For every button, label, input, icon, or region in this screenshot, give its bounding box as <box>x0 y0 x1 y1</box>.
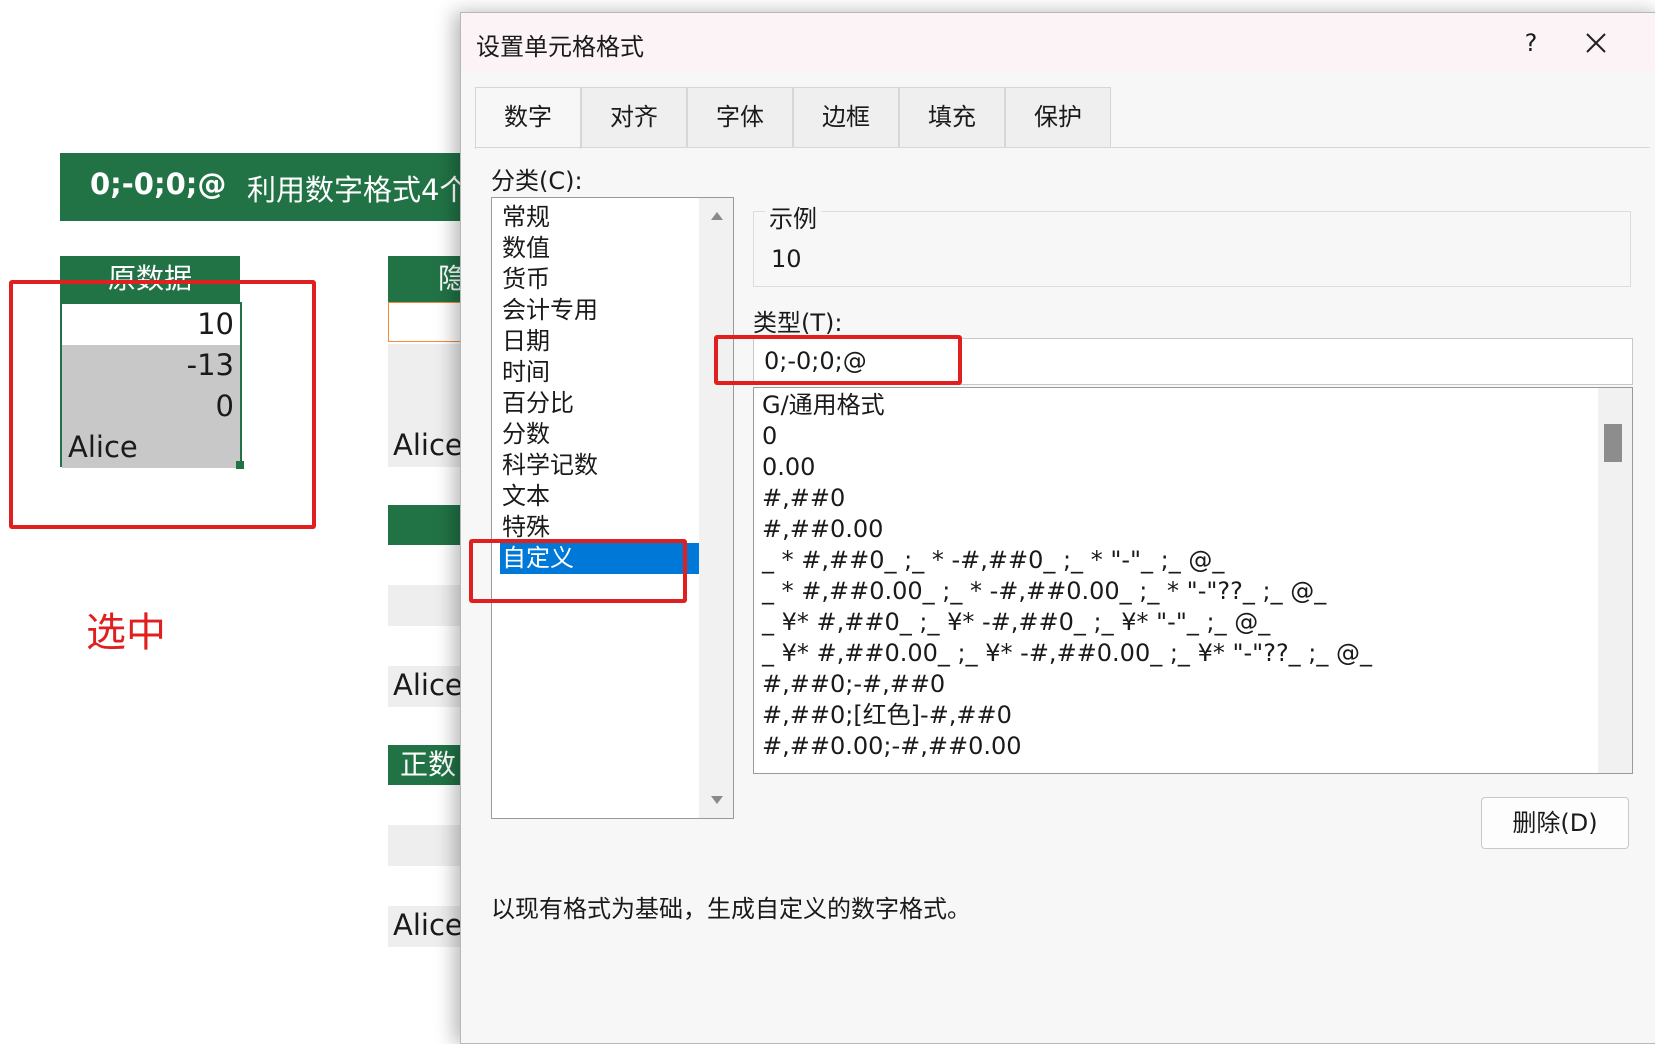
sheet-cell[interactable] <box>388 825 468 866</box>
category-item[interactable]: 百分比 <box>500 388 700 419</box>
category-item[interactable]: 日期 <box>500 326 700 357</box>
format-item[interactable]: 0.00 <box>762 452 815 483</box>
tab-fill[interactable]: 填充 <box>899 87 1005 147</box>
hidden-header[interactable]: 隐 <box>388 256 468 302</box>
alice-cell[interactable]: Alice <box>393 668 463 702</box>
tab-number[interactable]: 数字 <box>475 87 581 149</box>
format-item[interactable]: _ ¥* #,##0_ ;_ ¥* -#,##0_ ;_ ¥* "-"_ ;_ … <box>762 607 1270 638</box>
column-header-2[interactable] <box>388 505 468 545</box>
category-item[interactable]: 分数 <box>500 419 700 450</box>
category-item[interactable]: 货币 <box>500 264 700 295</box>
category-label: 分类(C): <box>491 167 583 195</box>
format-item[interactable]: _ ¥* #,##0.00_ ;_ ¥* -#,##0.00_ ;_ ¥* "-… <box>762 638 1372 669</box>
format-item[interactable]: #,##0;[红色]-#,##0 <box>762 700 1012 731</box>
category-scrollbar[interactable] <box>699 198 733 818</box>
dialog-titlebar[interactable]: 设置单元格格式 ? <box>461 13 1655 71</box>
selected-annotation: 选中 <box>86 610 166 656</box>
hint-text: 以现有格式为基础，生成自定义的数字格式。 <box>491 895 971 923</box>
format-item[interactable]: #,##0.00;-#,##0.00 <box>762 731 1022 762</box>
scroll-down-icon[interactable] <box>711 796 723 804</box>
help-button[interactable]: ? <box>1511 25 1551 61</box>
sheet-cell[interactable] <box>388 385 468 426</box>
close-button[interactable] <box>1576 23 1616 63</box>
tab-font[interactable]: 字体 <box>687 87 793 147</box>
category-item[interactable]: 时间 <box>500 357 700 388</box>
positive-header[interactable]: 正数 <box>388 745 468 785</box>
tab-border[interactable]: 边框 <box>793 87 899 147</box>
tab-panel-divider <box>475 147 1650 148</box>
category-item[interactable]: 会计专用 <box>500 295 700 326</box>
sheet-cell[interactable] <box>388 585 468 626</box>
format-item[interactable]: _ * #,##0_ ;_ * -#,##0_ ;_ * "-"_ ;_ @_ <box>762 545 1224 576</box>
active-cell-outline[interactable] <box>388 302 468 342</box>
format-item[interactable]: #,##0.00 <box>762 514 883 545</box>
highlight-box-selection <box>9 280 316 529</box>
tab-alignment[interactable]: 对齐 <box>581 87 687 147</box>
sample-label: 示例 <box>765 199 821 234</box>
format-cells-dialog: 设置单元格格式 ? 数字 对齐 字体 边框 填充 保护 分类(C): 常规 数值… <box>460 12 1655 1044</box>
close-icon <box>1586 33 1606 53</box>
category-item[interactable]: 科学记数 <box>500 450 700 481</box>
alice-cell[interactable]: Alice <box>393 908 463 942</box>
highlight-box-custom <box>469 539 687 603</box>
sheet-cell[interactable] <box>388 344 468 385</box>
sample-value: 10 <box>771 245 802 273</box>
type-label: 类型(T): <box>753 309 843 337</box>
category-item[interactable]: 常规 <box>500 202 700 233</box>
format-item[interactable]: #,##0;-#,##0 <box>762 669 945 700</box>
delete-button[interactable]: 删除(D) <box>1481 797 1629 849</box>
format-item[interactable]: 0 <box>762 421 777 452</box>
format-scrollbar[interactable] <box>1598 388 1632 773</box>
format-item[interactable]: #,##0 <box>762 483 845 514</box>
category-item[interactable]: 数值 <box>500 233 700 264</box>
tab-protection[interactable]: 保护 <box>1005 87 1111 147</box>
dialog-title: 设置单元格格式 <box>476 33 644 61</box>
scroll-up-icon[interactable] <box>711 212 723 220</box>
category-item[interactable]: 文本 <box>500 481 700 512</box>
banner-format: 0;-0;0;@ <box>90 167 227 201</box>
banner-description: 利用数字格式4个 <box>247 173 469 207</box>
format-item[interactable]: _ * #,##0.00_ ;_ * -#,##0.00_ ;_ * "-"??… <box>762 576 1326 607</box>
format-item[interactable]: G/通用格式 <box>762 390 885 421</box>
format-list[interactable]: G/通用格式 0 0.00 #,##0 #,##0.00 _ * #,##0_ … <box>753 387 1633 774</box>
alice-cell[interactable]: Alice <box>393 428 463 462</box>
highlight-box-type <box>714 335 962 385</box>
sample-group <box>753 211 1631 287</box>
scrollbar-thumb[interactable] <box>1604 424 1622 462</box>
title-banner: 0;-0;0;@ 利用数字格式4个 <box>60 153 480 221</box>
category-list[interactable]: 常规 数值 货币 会计专用 日期 时间 百分比 分数 科学记数 文本 特殊 自定… <box>491 197 734 819</box>
